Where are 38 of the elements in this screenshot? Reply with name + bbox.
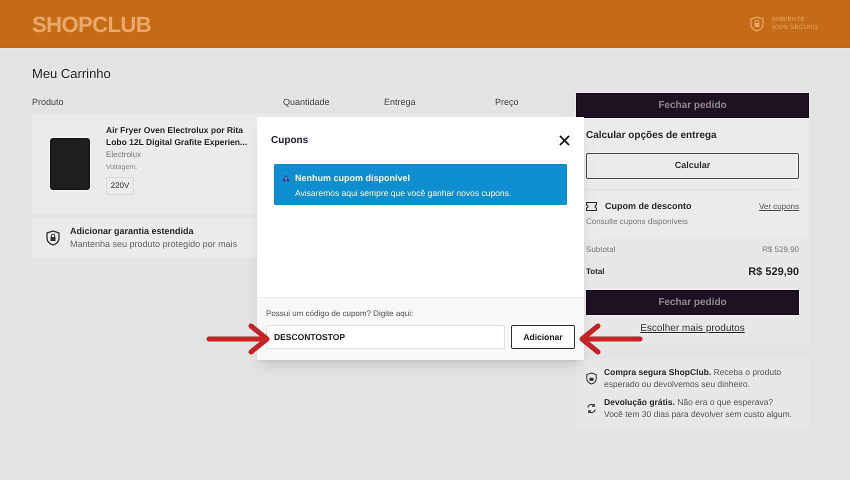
continue-shopping-link[interactable]: Escolher mais produtos [640, 321, 745, 336]
lock-shield-icon [46, 230, 60, 246]
warning-icon [282, 174, 290, 182]
voltage-option[interactable]: 220V [106, 176, 134, 194]
coupon-hint: Consulte cupons disponíveis [586, 216, 689, 228]
lock-shield-icon [750, 16, 764, 32]
guarantee-text: Compra segura ShopClub. Receba o produto esperado ou devolvemos seu dinheiro. [604, 366, 782, 390]
lock-shield-icon [586, 372, 597, 384]
guarantee-text: Devolução grátis. Não era o que esperava? Você tem 30 dias para devolver sem custo algum. [604, 396, 794, 420]
subtotal-value: R$ 529,90 [762, 244, 799, 256]
column-header: Quantidade [283, 97, 330, 107]
coupon-title: Cupom de desconto [605, 200, 692, 213]
product-name[interactable]: Air Fryer Oven Electrolux por Rita Lobo 12L Digital Grafite Experien... [106, 124, 252, 148]
total-value: R$ 529,90 [748, 264, 799, 280]
ticket-icon [586, 202, 597, 212]
calculate-button[interactable]: Calcular [586, 153, 799, 179]
warranty-description: Mantenha seu produto protegido por mais [70, 238, 238, 251]
column-header: Entrega [384, 97, 416, 107]
column-header: Produto [32, 97, 64, 107]
subtotal-label: Subtotal [586, 244, 616, 256]
return-arrows-icon [586, 402, 597, 414]
checkout-button[interactable]: Fechar pedido [586, 290, 799, 315]
delivery-title: Calcular opções de entrega [586, 129, 718, 143]
total-label: Total [586, 266, 605, 278]
view-coupons-link[interactable]: Ver cupons [758, 200, 799, 213]
alert-message: Avisaremos aqui sempre que você ganhar novos cupons. [295, 186, 512, 200]
close-button[interactable] [558, 134, 570, 146]
coupon-code-label: Possui um código de cupom? Digite aqui: [266, 308, 414, 320]
dialog-title: Cupons [271, 134, 308, 148]
checkout-button[interactable]: Fechar pedido [576, 93, 809, 118]
alert-title: Nenhum cupom disponível [295, 172, 412, 185]
page-title: Meu Carrinho [32, 65, 112, 83]
warranty-title[interactable]: Adicionar garantia estendida [70, 224, 238, 238]
coupon-code-field[interactable]: DESCONTOSTOP [266, 325, 505, 349]
product-brand: Electrolux [106, 149, 142, 161]
add-coupon-button[interactable]: Adicionar [511, 325, 575, 349]
air-fryer-photo-placeholder [50, 138, 90, 190]
column-header: Preço [495, 97, 519, 107]
